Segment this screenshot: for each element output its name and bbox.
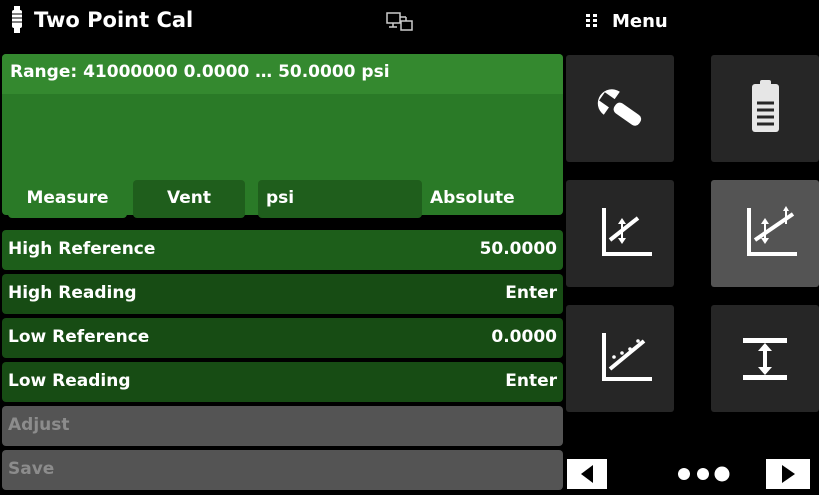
- low-reference-row[interactable]: Low Reference 0.0000: [2, 318, 563, 358]
- title-bar: Two Point Cal Menu: [0, 0, 819, 44]
- page-title: Two Point Cal: [34, 8, 194, 32]
- high-reading-value: Enter: [505, 283, 557, 303]
- previous-page-button[interactable]: [567, 459, 607, 489]
- two-point-cal-tile[interactable]: [711, 180, 819, 287]
- arrow-left-icon: [581, 465, 593, 483]
- range-limit-icon: [743, 338, 787, 380]
- adjust-button[interactable]: Adjust: [2, 406, 563, 446]
- document-icon: [752, 80, 779, 132]
- high-reading-label: High Reading: [8, 283, 137, 303]
- low-reference-value: 0.0000: [491, 327, 557, 347]
- two-point-cal-icon: [747, 206, 797, 256]
- transducer-icon: [12, 6, 22, 33]
- one-point-cal-icon: [602, 208, 652, 256]
- save-label: Save: [8, 459, 55, 479]
- menu-dots-icon[interactable]: [586, 14, 598, 28]
- linearization-cal-tile[interactable]: [566, 305, 674, 412]
- range-display: Range: 41000000 0.0000 … 50.0000 psi: [2, 54, 563, 94]
- high-reference-row[interactable]: High Reference 50.0000: [2, 230, 563, 270]
- next-page-button[interactable]: [766, 459, 810, 489]
- unit-selector[interactable]: psi: [258, 180, 422, 218]
- high-reading-row[interactable]: High Reading Enter: [2, 274, 563, 314]
- settings-tile[interactable]: [566, 55, 674, 162]
- measure-button[interactable]: Measure: [8, 180, 127, 218]
- arrow-right-icon: [782, 465, 795, 483]
- document-tile[interactable]: [711, 55, 819, 162]
- high-reference-label: High Reference: [8, 239, 156, 259]
- adjust-label: Adjust: [8, 415, 70, 435]
- low-reading-value: Enter: [505, 371, 557, 391]
- remote-connection-icon: [386, 12, 413, 31]
- save-button[interactable]: Save: [2, 450, 563, 490]
- wrench-icon: [597, 89, 642, 126]
- low-reading-label: Low Reading: [8, 371, 131, 391]
- vent-button[interactable]: Vent: [133, 180, 245, 218]
- low-reference-label: Low Reference: [8, 327, 150, 347]
- high-reference-value: 50.0000: [479, 239, 557, 259]
- linearization-cal-icon: [602, 333, 652, 381]
- low-reading-row[interactable]: Low Reading Enter: [2, 362, 563, 402]
- one-point-cal-tile[interactable]: [566, 180, 674, 287]
- page-indicator-icon: [678, 466, 730, 482]
- range-limit-tile[interactable]: [711, 305, 819, 412]
- menu-label[interactable]: Menu: [612, 11, 668, 32]
- pressure-type-label[interactable]: Absolute: [428, 180, 558, 218]
